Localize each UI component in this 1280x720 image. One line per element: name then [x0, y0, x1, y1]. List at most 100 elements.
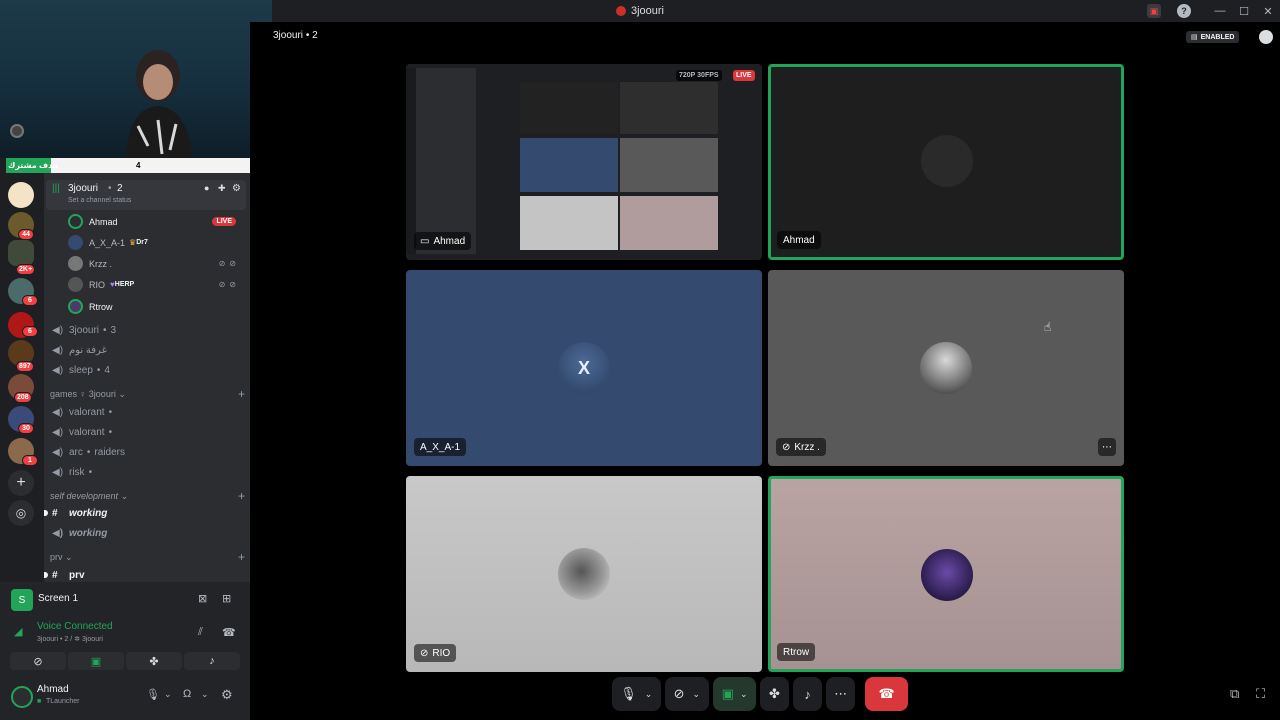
camera-button[interactable]: ⊘ ⌄	[664, 677, 710, 711]
noise-suppression-icon[interactable]: ⫽	[198, 626, 203, 639]
voice-channel[interactable]: ◀) valorant •	[44, 402, 250, 422]
screen-title: Screen 1	[38, 593, 79, 604]
voice-channel[interactable]: ◀) working	[44, 523, 250, 543]
voice-channel[interactable]: ◀) sleep • 4	[44, 360, 250, 380]
help-icon[interactable]: ?	[1177, 4, 1191, 18]
close-icon[interactable]: ✕	[1256, 5, 1280, 18]
stream-settings-icon[interactable]: ⊞	[222, 592, 231, 605]
maximize-icon[interactable]: ☐	[1232, 5, 1256, 18]
channel-dot: •	[88, 466, 93, 478]
voice-call-area: 3joouri • 2 ▤ ENABLED 720P 30FPS LIVE ▭ …	[250, 22, 1280, 720]
headphones-icon[interactable]: Ω	[183, 688, 191, 700]
fullscreen-icon[interactable]: ⛶	[1256, 686, 1265, 702]
voice-channel[interactable]: ◀) risk •	[44, 462, 250, 482]
soundboard-button[interactable]: ♪	[184, 652, 240, 670]
goal-bar: هدف مشترك 4 50	[6, 158, 266, 173]
hash-icon: #	[52, 507, 58, 519]
voice-user[interactable]: RIO ♥ HERP ⊘ ⊘	[68, 274, 246, 295]
voice-channel[interactable]: ◀) 3joouri • 3	[44, 320, 250, 340]
chat-icon[interactable]	[1259, 30, 1273, 44]
participant-tile[interactable]: Ahmad	[768, 64, 1124, 260]
add-channel-icon[interactable]: +	[238, 387, 245, 401]
avatar	[921, 549, 973, 601]
category-self-development[interactable]: self development ⌄ +	[50, 489, 245, 503]
screen-share-card: S Screen 1 ⊠ ⊞	[4, 584, 246, 614]
voice-channel-dot: •	[108, 183, 112, 194]
screen-share-icon: ▣	[721, 686, 734, 701]
disconnect-icon[interactable]: ☎	[222, 626, 236, 639]
user-info[interactable]: Ahmad ■ TLauncher	[4, 680, 144, 716]
text-channel[interactable]: # prv	[44, 565, 250, 582]
screen-share-button[interactable]: ▣	[68, 652, 124, 670]
chevron-down-icon[interactable]: ⌄	[164, 689, 172, 700]
activities-button[interactable]: ✤	[759, 677, 790, 711]
category-games[interactable]: games ♀ 3joouri ⌄ +	[50, 387, 245, 401]
chevron-down-icon: ⌄	[739, 688, 748, 699]
avatar	[558, 548, 610, 600]
voice-user[interactable]: Ahmad LIVE	[68, 211, 246, 232]
stream-tile[interactable]: 720P 30FPS LIVE ▭ Ahmad	[406, 64, 762, 260]
participant-tile[interactable]: X A_X_A-1	[406, 270, 762, 466]
text-channel[interactable]: # working	[44, 503, 250, 523]
header-count: 2	[312, 30, 318, 41]
category-prv[interactable]: prv ⌄ +	[50, 550, 245, 564]
unread-badge: 30	[18, 423, 34, 434]
deafened-icon: ⊘	[229, 280, 236, 289]
chevron-down-icon: ⌄	[120, 490, 129, 501]
popout-icon[interactable]: ⧉	[1230, 686, 1239, 702]
gear-icon[interactable]: ⚙	[221, 687, 233, 703]
add-server-icon[interactable]: +	[8, 470, 34, 496]
camera-off-button[interactable]: ⊘	[10, 652, 66, 670]
mic-icon[interactable]: 🎙	[146, 688, 160, 701]
participant-tile[interactable]: ⊘ Krzz . ⋯	[768, 270, 1124, 466]
unread-badge: 2K+	[16, 264, 36, 275]
mic-button[interactable]: 🎙 ⌄	[612, 677, 661, 711]
activities-button[interactable]: ✤	[126, 652, 182, 670]
set-channel-status[interactable]: Set a channel status	[68, 197, 131, 204]
minimize-icon[interactable]: —	[1208, 5, 1232, 17]
call-controls: 🎙 ⌄ ⊘ ⌄ ▣ ⌄ ✤ ♪ ⋯ ☎	[612, 676, 909, 712]
participant-tile[interactable]: Rtrow	[768, 476, 1124, 672]
user-activity: TLauncher	[46, 698, 80, 705]
more-options-button[interactable]: ⋯	[1098, 438, 1116, 456]
live-badge: LIVE	[733, 70, 755, 81]
add-member-icon[interactable]: ✚	[218, 183, 226, 194]
chat-icon[interactable]: ●	[204, 183, 209, 193]
preview-rail	[406, 68, 416, 254]
voice-user[interactable]: Rtrow	[68, 296, 246, 317]
voice-connected-label[interactable]: Voice Connected	[37, 621, 113, 632]
voice-user-name: Rtrow	[89, 301, 113, 312]
enabled-badge[interactable]: ▤ ENABLED	[1186, 31, 1240, 43]
unread-dot	[44, 572, 48, 578]
voice-channel[interactable]: ◀) valorant •	[44, 422, 250, 442]
hangup-button[interactable]: ☎	[865, 677, 909, 711]
user-name: Ahmad	[37, 684, 69, 695]
voice-user[interactable]: A_X_A-1 ♛ Dr7	[68, 232, 246, 253]
mic-icon: 🎙	[620, 686, 637, 701]
participant-tile[interactable]: ⊘ RIO	[406, 476, 762, 672]
stop-stream-icon[interactable]: ⊠	[198, 592, 207, 605]
inbox-icon[interactable]: ▣	[1147, 4, 1161, 18]
channel-dot: •	[103, 324, 107, 336]
gear-icon[interactable]: ⚙	[232, 183, 241, 194]
add-channel-icon[interactable]: +	[238, 489, 245, 503]
voice-user-name: A_X_A-1	[89, 237, 126, 248]
server-icon[interactable]	[8, 182, 34, 208]
voice-user-name: Krzz .	[89, 258, 113, 269]
voice-user[interactable]: Krzz . ⊘ ⊘	[68, 253, 246, 274]
chevron-down-icon: ⌄	[65, 551, 73, 562]
chevron-down-icon[interactable]: ⌄	[201, 689, 209, 700]
speaker-icon: ◀)	[52, 426, 64, 438]
muted-icon: ⊘	[420, 647, 429, 659]
tile-name: Rtrow	[783, 646, 810, 658]
add-channel-icon[interactable]: +	[238, 550, 245, 564]
voice-channel[interactable]: ◀) arc • raiders	[44, 442, 250, 462]
active-voice-channel[interactable]: ||| 3joouri • 2 Set a channel status ● ✚…	[46, 180, 246, 210]
discover-icon[interactable]: ◎	[8, 500, 34, 526]
server-icon[interactable]	[8, 240, 34, 266]
channel-name: arc	[69, 446, 83, 458]
soundboard-button[interactable]: ♪	[793, 677, 823, 711]
more-button[interactable]: ⋯	[826, 677, 856, 711]
screen-share-button[interactable]: ▣ ⌄	[713, 677, 756, 711]
voice-channel[interactable]: ◀) غرفة نوم	[44, 340, 250, 360]
